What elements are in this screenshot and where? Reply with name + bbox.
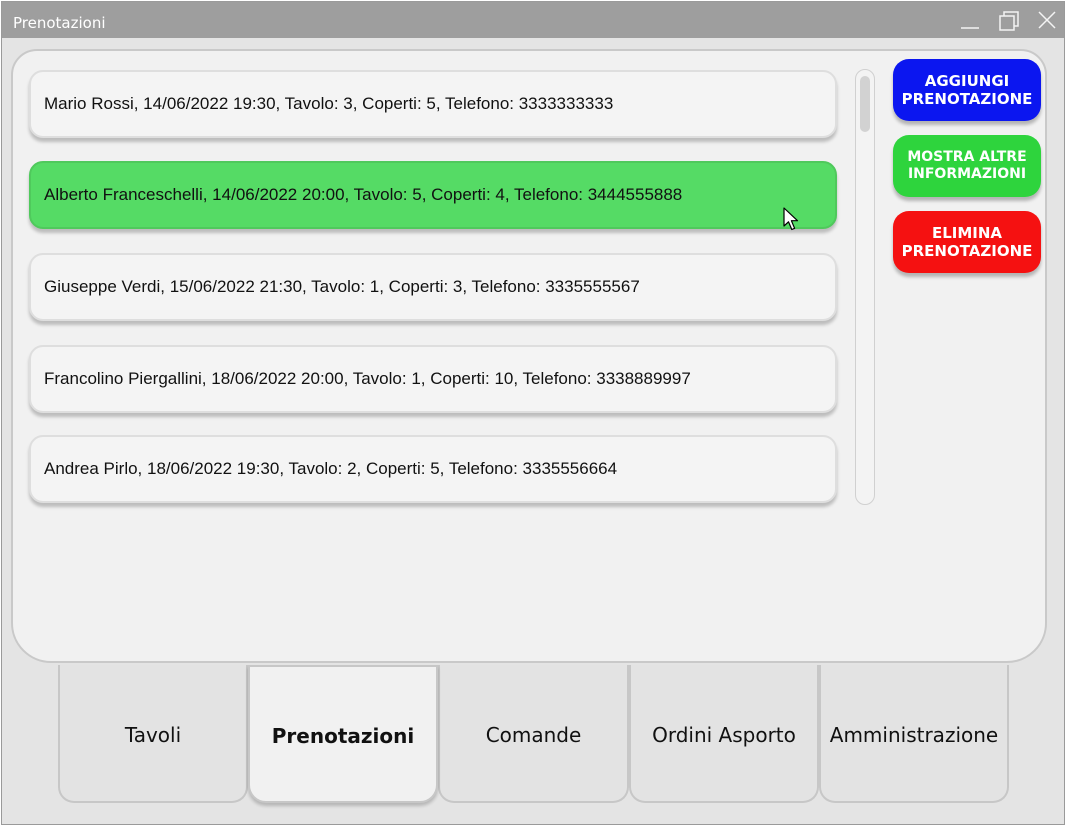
tab-tavoli[interactable]: Tavoli <box>58 665 248 803</box>
tab-label: Prenotazioni <box>271 724 415 748</box>
reservation-item-selected[interactable]: Alberto Franceschelli, 14/06/2022 20:00,… <box>29 161 837 231</box>
reservation-text: Francolino Piergallini, 18/06/2022 20:00… <box>44 369 691 388</box>
scrollbar-thumb[interactable] <box>860 76 870 132</box>
tab-label: Amministrazione <box>829 723 999 747</box>
reservation-item[interactable]: Andrea Pirlo, 18/06/2022 19:30, Tavolo: … <box>29 435 837 503</box>
maximize-icon[interactable] <box>996 8 1022 34</box>
show-more-info-label: MOSTRA ALTRE INFORMAZIONI <box>907 149 1027 182</box>
app-window: Prenotazioni Mario Rossi, 14/06/2022 19:… <box>1 1 1065 825</box>
window-title: Prenotazioni <box>13 14 106 32</box>
delete-reservation-label: ELIMINA PRENOTAZIONE <box>901 224 1033 260</box>
reservation-text: Alberto Franceschelli, 14/06/2022 20:00,… <box>44 185 683 204</box>
reservation-item[interactable]: Francolino Piergallini, 18/06/2022 20:00… <box>29 345 837 413</box>
reservations-panel: Mario Rossi, 14/06/2022 19:30, Tavolo: 3… <box>11 49 1047 663</box>
list-scrollbar[interactable] <box>855 69 875 505</box>
reservation-item[interactable]: Mario Rossi, 14/06/2022 19:30, Tavolo: 3… <box>29 70 837 138</box>
reservation-item[interactable]: Giuseppe Verdi, 15/06/2022 21:30, Tavolo… <box>29 253 837 321</box>
tab-label: Tavoli <box>124 723 182 747</box>
tab-prenotazioni[interactable]: Prenotazioni <box>248 665 438 803</box>
reservation-text: Mario Rossi, 14/06/2022 19:30, Tavolo: 3… <box>44 94 614 113</box>
add-reservation-label: AGGIUNGI PRENOTAZIONE <box>901 72 1033 108</box>
minimize-icon[interactable] <box>957 8 983 34</box>
tab-amministrazione[interactable]: Amministrazione <box>819 665 1009 803</box>
tab-ordini-asporto[interactable]: Ordini Asporto <box>629 665 819 803</box>
tab-comande[interactable]: Comande <box>438 665 629 803</box>
reservation-text: Giuseppe Verdi, 15/06/2022 21:30, Tavolo… <box>44 277 640 296</box>
mouse-pointer-icon <box>783 207 801 237</box>
delete-reservation-button[interactable]: ELIMINA PRENOTAZIONE <box>893 211 1041 273</box>
show-more-info-button[interactable]: MOSTRA ALTRE INFORMAZIONI <box>893 135 1041 197</box>
reservation-text: Andrea Pirlo, 18/06/2022 19:30, Tavolo: … <box>44 459 618 478</box>
tab-label: Ordini Asporto <box>652 723 796 747</box>
title-bar: Prenotazioni <box>2 2 1064 38</box>
close-icon[interactable] <box>1035 8 1061 34</box>
tab-label: Comande <box>485 723 582 747</box>
add-reservation-button[interactable]: AGGIUNGI PRENOTAZIONE <box>893 59 1041 121</box>
